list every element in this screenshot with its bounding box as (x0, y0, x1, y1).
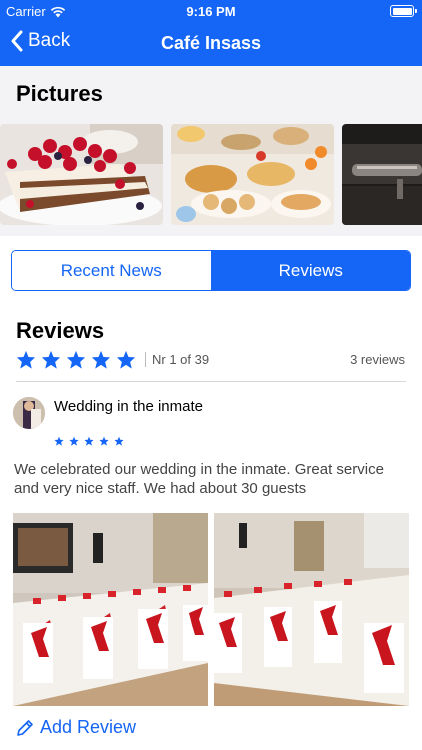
star-icon (69, 436, 79, 446)
page-title: Café Insass (160, 33, 262, 53)
tab-reviews[interactable]: Reviews (211, 251, 410, 290)
pictures-section: Pictures (0, 66, 422, 236)
add-review-label: Add Review (40, 717, 137, 737)
review-rating-stars (54, 436, 124, 446)
review-count: 3 reviews (350, 352, 405, 367)
review-title: Wedding in the inmate (54, 398, 203, 415)
star-icon (66, 350, 86, 369)
segmented-control: Recent News Reviews (11, 250, 411, 291)
status-bar: Carrier 9:16 PM (0, 0, 422, 22)
ranking-label: Nr 1 of 39 (145, 352, 209, 367)
star-icon (116, 350, 136, 369)
star-icon (54, 436, 64, 446)
breakfast-buffet-image[interactable] (171, 124, 334, 225)
tab-recent-news[interactable]: Recent News (12, 251, 212, 290)
divider (16, 381, 406, 382)
star-icon (99, 436, 109, 446)
star-icon (114, 436, 124, 446)
pictures-heading: Pictures (16, 81, 103, 106)
clock: 9:16 PM (186, 4, 236, 19)
star-icon (41, 350, 61, 369)
wedding-hall-photo-2[interactable] (214, 513, 409, 706)
raspberry-cake-image[interactable] (0, 124, 163, 225)
avatar (13, 397, 45, 429)
add-review-button[interactable]: Add Review (16, 717, 136, 738)
review-body: We celebrated our wedding in the inmate.… (14, 461, 384, 497)
overall-rating-stars (16, 350, 136, 369)
battery-icon (390, 5, 417, 17)
coffee-machine-image[interactable] (342, 124, 422, 225)
star-icon (91, 350, 111, 369)
reviews-heading: Reviews (16, 318, 105, 343)
pencil-icon (17, 719, 33, 736)
star-icon (16, 350, 36, 369)
navigation-bar: Carrier 9:16 PM Back Café Insass (0, 0, 422, 66)
wedding-hall-photo-1[interactable] (13, 513, 208, 706)
star-icon (84, 436, 94, 446)
